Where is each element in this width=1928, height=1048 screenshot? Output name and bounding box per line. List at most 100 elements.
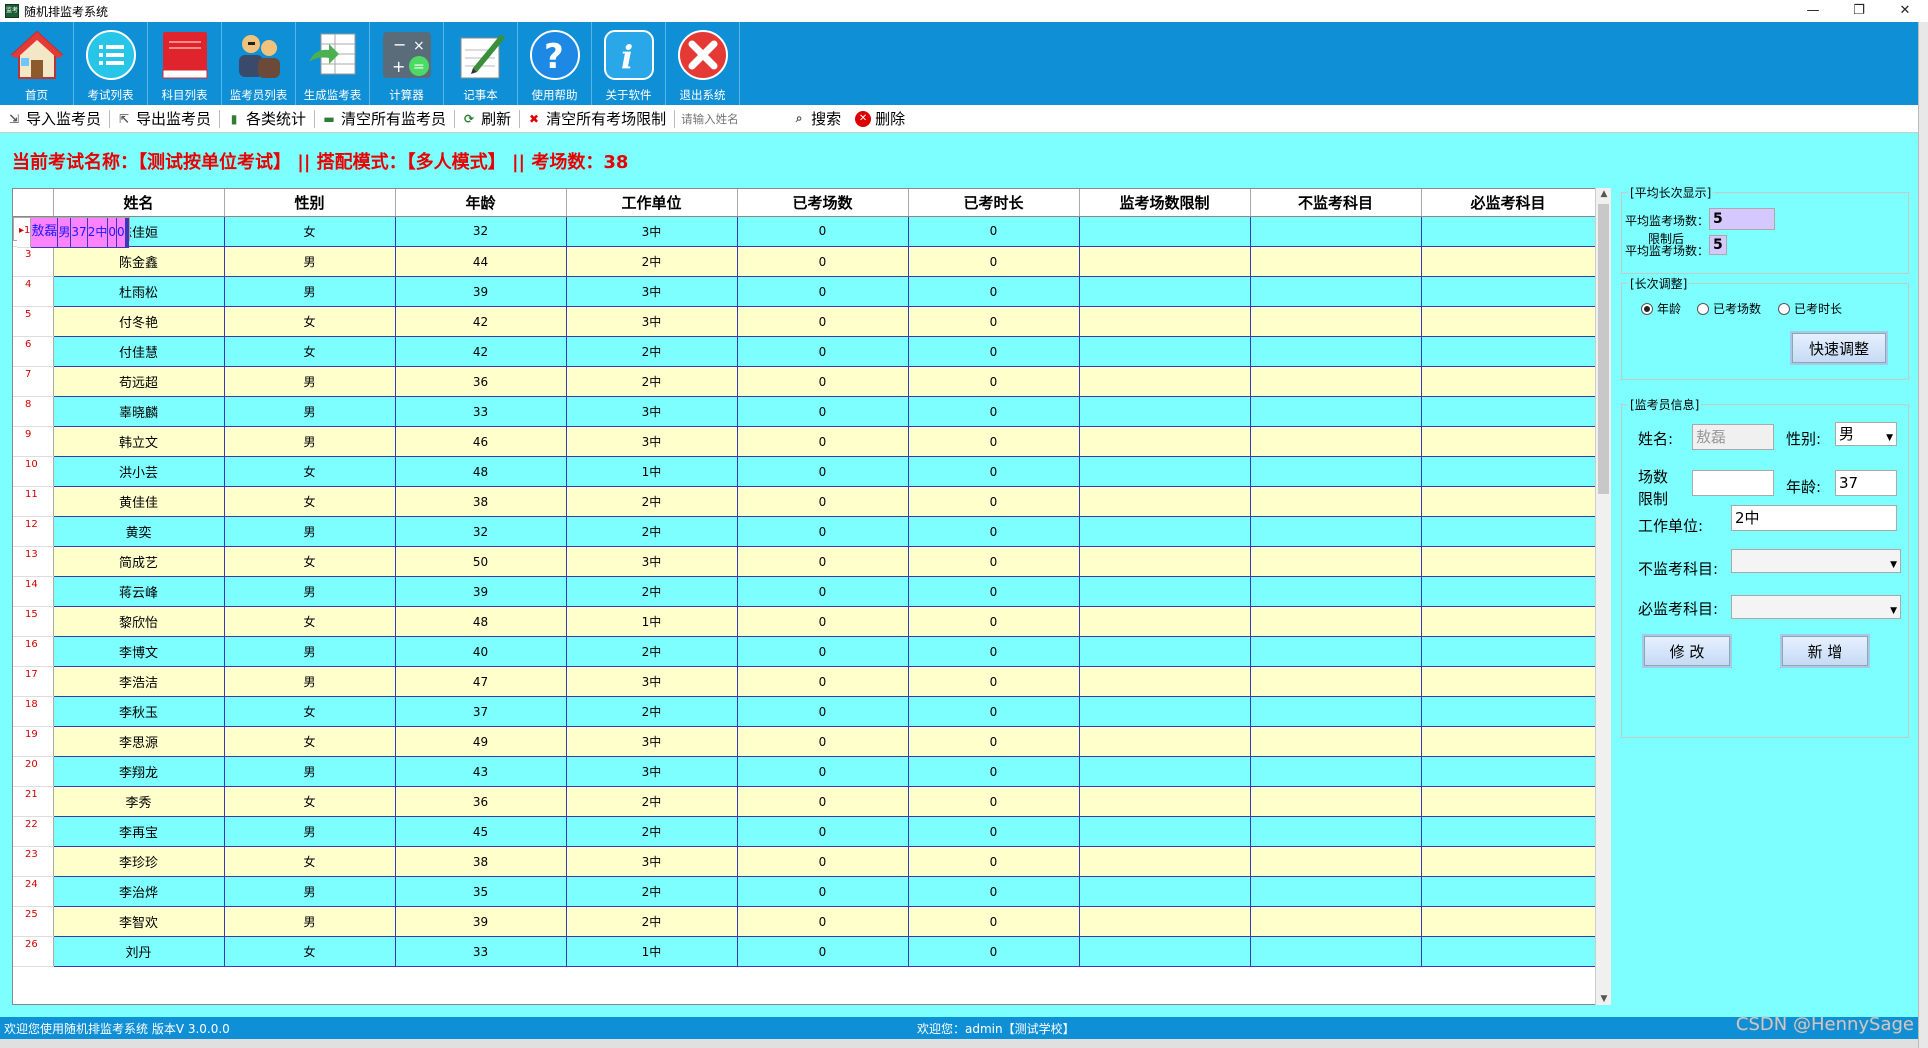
cell-age[interactable]: 38 bbox=[395, 846, 567, 877]
cell-empty[interactable] bbox=[1421, 696, 1596, 727]
cell-c[interactable]: 0 bbox=[737, 756, 909, 787]
cell-sex[interactable]: 男 bbox=[224, 516, 396, 547]
cell-empty[interactable] bbox=[1079, 576, 1251, 607]
table-row[interactable]: 20 李翔龙男 43 3中 0 0 bbox=[13, 756, 1596, 787]
column-header[interactable]: 年龄 bbox=[395, 189, 567, 217]
cell-unit[interactable]: 2中 bbox=[566, 486, 738, 517]
cell-empty[interactable] bbox=[1421, 396, 1596, 427]
cell-c[interactable]: 0 bbox=[737, 486, 909, 517]
cell-c[interactable]: 0 bbox=[737, 846, 909, 877]
column-header[interactable]: 工作单位 bbox=[566, 189, 738, 217]
cell-empty[interactable] bbox=[1079, 276, 1251, 307]
toolbar-about-button[interactable]: i 关于软件 bbox=[592, 22, 666, 105]
toolbar-calculator-button[interactable]: − × + = 计算器 bbox=[370, 22, 444, 105]
table-row[interactable]: 9 韩立文男 46 3中 0 0 bbox=[13, 426, 1596, 457]
cell-empty[interactable] bbox=[1421, 546, 1596, 577]
cell-unit[interactable]: 3中 bbox=[566, 216, 738, 247]
cell-age[interactable]: 49 bbox=[395, 726, 567, 757]
refresh-button[interactable]: ⟳ 刷新 bbox=[461, 108, 511, 129]
cell-unit[interactable]: 3中 bbox=[566, 306, 738, 337]
cell-empty[interactable] bbox=[1079, 906, 1251, 937]
table-row[interactable]: 22 李再宝男 45 2中 0 0 bbox=[13, 816, 1596, 847]
cell-sex[interactable]: 男 bbox=[224, 876, 396, 907]
cell-empty[interactable] bbox=[1421, 906, 1596, 937]
cell-t[interactable]: 0 bbox=[908, 756, 1080, 787]
clear-limits-button[interactable]: ✖ 清空所有考场限制 bbox=[526, 108, 666, 129]
statistics-button[interactable]: ▮ 各类统计 bbox=[226, 108, 306, 129]
cell-t[interactable]: 0 bbox=[908, 906, 1080, 937]
cell-name[interactable]: 杜雨松 bbox=[53, 276, 225, 307]
cell-empty[interactable] bbox=[1250, 666, 1422, 697]
table-row[interactable]: 25 李智欢男 39 2中 0 0 bbox=[13, 906, 1596, 937]
cell-t[interactable]: 0 bbox=[908, 726, 1080, 757]
cell-t[interactable]: 0 bbox=[908, 486, 1080, 517]
cell-name[interactable]: 陈金鑫 bbox=[53, 246, 225, 277]
cell-sex[interactable]: 男 bbox=[224, 426, 396, 457]
cell-unit[interactable]: 2中 bbox=[566, 696, 738, 727]
cell-t[interactable]: 0 bbox=[908, 456, 1080, 487]
cell-age[interactable]: 45 bbox=[395, 816, 567, 847]
cell-empty[interactable] bbox=[1250, 246, 1422, 277]
cell-empty[interactable] bbox=[1421, 786, 1596, 817]
cell-t[interactable]: 0 bbox=[908, 666, 1080, 697]
cell-age[interactable]: 43 bbox=[395, 756, 567, 787]
cell-t[interactable]: 0 bbox=[908, 936, 1080, 967]
cell-t[interactable]: 0 bbox=[908, 816, 1080, 847]
cell-t[interactable]: 0 bbox=[908, 426, 1080, 457]
cell-t[interactable]: 0 bbox=[908, 306, 1080, 337]
cell-sex[interactable]: 男 bbox=[224, 276, 396, 307]
cell-unit[interactable]: 3中 bbox=[566, 396, 738, 427]
cell-empty[interactable] bbox=[1421, 576, 1596, 607]
cell-age[interactable]: 50 bbox=[395, 546, 567, 577]
cell-unit[interactable]: 1中 bbox=[566, 936, 738, 967]
toolbar-subject-list-button[interactable]: 科目列表 bbox=[148, 22, 222, 105]
cell-name[interactable]: 李浩洁 bbox=[53, 666, 225, 697]
cell-empty[interactable] bbox=[1250, 906, 1422, 937]
cell-age[interactable]: 33 bbox=[395, 936, 567, 967]
cell-unit[interactable]: 2中 bbox=[566, 366, 738, 397]
table-row[interactable]: 12 黄奕男 32 2中 0 0 bbox=[13, 516, 1596, 547]
cell-empty[interactable] bbox=[127, 217, 129, 248]
column-header[interactable]: 已考场数 bbox=[737, 189, 909, 217]
cell-sex[interactable]: 女 bbox=[224, 336, 396, 367]
cell-unit[interactable]: 3中 bbox=[566, 666, 738, 697]
cell-t[interactable]: 0 bbox=[908, 576, 1080, 607]
cell-empty[interactable] bbox=[1079, 726, 1251, 757]
cell-empty[interactable] bbox=[1421, 306, 1596, 337]
toolbar-help-button[interactable]: ? 使用帮助 bbox=[518, 22, 592, 105]
cell-t[interactable]: 0 bbox=[908, 276, 1080, 307]
cell-empty[interactable] bbox=[1250, 396, 1422, 427]
column-header[interactable]: 不监考科目 bbox=[1250, 189, 1422, 217]
cell-empty[interactable] bbox=[1250, 486, 1422, 517]
table-row[interactable]: 10 洪小芸女 48 1中 0 0 bbox=[13, 456, 1596, 487]
cell-c[interactable]: 0 bbox=[737, 306, 909, 337]
cell-age[interactable]: 36 bbox=[395, 366, 567, 397]
table-row[interactable]: 4 杜雨松男 39 3中 0 0 bbox=[13, 276, 1596, 307]
column-header[interactable]: 已考时长 bbox=[908, 189, 1080, 217]
quick-adjust-button[interactable]: 快速调整 bbox=[1792, 333, 1886, 363]
cell-empty[interactable] bbox=[1079, 756, 1251, 787]
cell-empty[interactable] bbox=[1421, 516, 1596, 547]
cell-empty[interactable] bbox=[1250, 576, 1422, 607]
column-header[interactable]: 性别 bbox=[224, 189, 396, 217]
cell-age[interactable]: 48 bbox=[395, 456, 567, 487]
scroll-down-arrow-icon[interactable]: ▼ bbox=[1596, 994, 1612, 1004]
restore-button[interactable]: ❐ bbox=[1836, 0, 1882, 22]
table-row[interactable]: 2陈佳姮女323中00 bbox=[13, 216, 1596, 247]
cell-empty[interactable] bbox=[1079, 696, 1251, 727]
cell-empty[interactable] bbox=[1079, 216, 1251, 247]
cell-t[interactable]: 0 bbox=[908, 336, 1080, 367]
table-row[interactable]: 26 刘丹女 33 1中 0 0 bbox=[13, 936, 1596, 967]
cell-empty[interactable] bbox=[1250, 786, 1422, 817]
cell-empty[interactable] bbox=[1421, 846, 1596, 877]
cell-empty[interactable] bbox=[1079, 636, 1251, 667]
cell-t[interactable]: 0 bbox=[908, 696, 1080, 727]
cell-sex[interactable]: 男 bbox=[224, 906, 396, 937]
cell-t[interactable]: 0 bbox=[908, 516, 1080, 547]
cell-sex[interactable]: 男 bbox=[224, 576, 396, 607]
cell-empty[interactable] bbox=[1421, 726, 1596, 757]
cell-sex[interactable]: 女 bbox=[224, 786, 396, 817]
cell-sex[interactable]: 女 bbox=[224, 846, 396, 877]
cell-sex[interactable]: 女 bbox=[224, 546, 396, 577]
cell-empty[interactable] bbox=[1250, 516, 1422, 547]
